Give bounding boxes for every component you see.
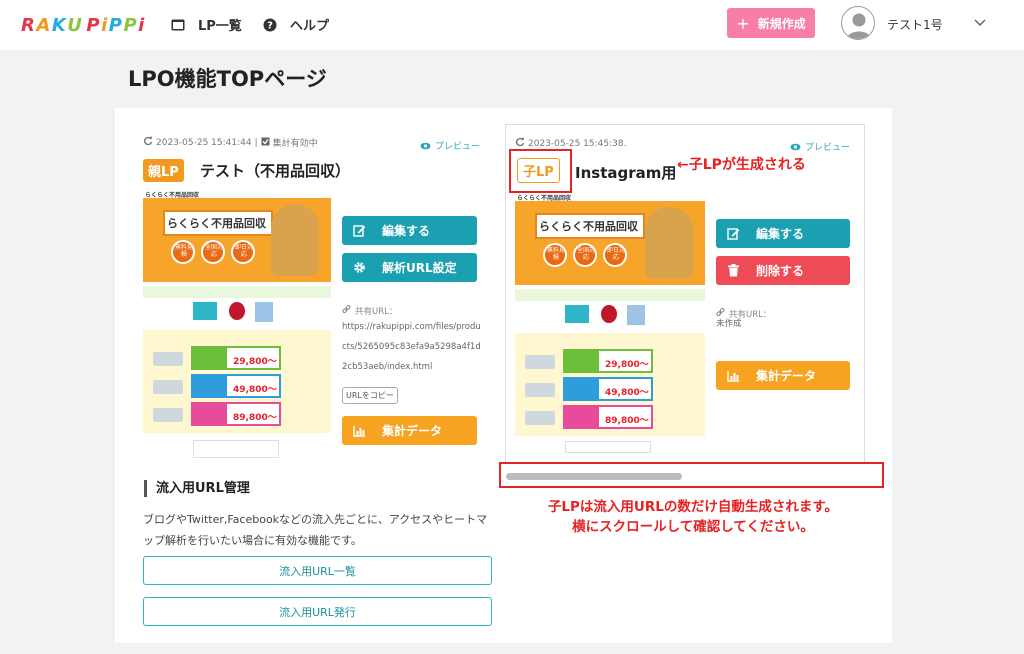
annotation-box-scrollbar: [499, 462, 884, 488]
checkbox-icon: [261, 137, 270, 149]
plus-icon: +: [736, 13, 750, 33]
thumb-circle-label: 全国対応: [204, 244, 223, 258]
child-edit-label: 編集する: [756, 227, 805, 241]
nav-help-label: ヘルプ: [290, 19, 330, 34]
child-delete-button[interactable]: 削除する: [716, 256, 850, 285]
thumb-price: 89,800〜: [605, 416, 649, 426]
parent-stats-button[interactable]: 集計データ: [342, 416, 477, 445]
nav-lp-list[interactable]: LP一覧: [170, 15, 242, 34]
edit-icon: [726, 227, 740, 241]
thumb-price: 49,800〜: [233, 385, 277, 395]
parent-lp-badge: 親LP: [143, 159, 184, 182]
thumb-circle-label: 無料見積: [546, 247, 565, 261]
parent-lp-thumbnail[interactable]: らくらく不用品回収 らくらく不用品回収 無料見積 全国対応 即日対応 29,80…: [143, 190, 331, 462]
eye-icon: [420, 142, 431, 149]
child-stats-button[interactable]: 集計データ: [716, 361, 850, 390]
annotation-scroll-note-line1: 子LPは流入用URLの数だけ自動生成されます。: [547, 499, 839, 515]
svg-text:?: ?: [267, 20, 273, 31]
annotation-box-child-badge: [509, 149, 572, 193]
thumb-hero: らくらく不用品回収 無料見積 全国対応 即日対応: [143, 198, 331, 282]
edit-icon: [352, 224, 366, 238]
user-name[interactable]: テスト1号: [887, 16, 943, 33]
thumb-circle-label: 全国対応: [576, 247, 595, 261]
annotation-scroll-note-line2: 横にスクロールして確認してください。: [572, 519, 814, 535]
gear-icon: [352, 261, 366, 275]
thumb-price: 29,800〜: [233, 357, 277, 367]
inflow-section-description: ブログやTwitter,Facebookなどの流入先ごとに、アクセスやヒートマッ…: [143, 513, 488, 547]
inflow-url-list-button[interactable]: 流入用URL一覧: [143, 556, 492, 585]
thumb-price: 29,800〜: [605, 360, 649, 370]
logo[interactable]: RAKUPiPPi: [20, 8, 145, 42]
thumb-circle-label: 無料見積: [174, 244, 193, 258]
child-preview-label: プレビュー: [805, 143, 851, 153]
parent-edit-label: 編集する: [382, 224, 431, 238]
parent-share-url: https://rakupippi.com/files/products/526…: [342, 322, 481, 372]
parent-stats-label: 集計データ: [382, 424, 443, 438]
new-create-button[interactable]: + 新規作成: [727, 8, 815, 38]
parent-meta-date: 2023-05-25 15:41:44: [156, 137, 252, 148]
parent-meta: 2023-05-25 15:41:44 | 集計有効中: [143, 136, 318, 149]
thumb-circle-label: 即日対応: [234, 244, 253, 258]
avatar[interactable]: [841, 6, 875, 40]
thumb-mascot: [645, 207, 693, 279]
child-edit-button[interactable]: 編集する: [716, 219, 850, 248]
child-lp-thumbnail[interactable]: らくらく不用品回収 らくらく不用品回収 無料見積 全国対応 即日対応 29,80…: [515, 193, 705, 453]
window-icon: [170, 17, 186, 33]
child-delete-label: 削除する: [756, 264, 805, 278]
bar-chart-icon: [352, 424, 366, 438]
annotation-child-generated: ←子LPが生成される: [677, 157, 806, 173]
question-circle-icon: ?: [262, 17, 278, 33]
child-meta-date: 2023-05-25 15:45:38.: [528, 138, 627, 149]
parent-preview-link[interactable]: プレビュー: [420, 139, 480, 152]
nav-lp-list-label: LP一覧: [198, 19, 242, 34]
thumb-headline: らくらく不用品回収: [167, 217, 266, 230]
meta-divider: |: [254, 137, 258, 148]
annotation-scroll-note: 子LPは流入用URLの数だけ自動生成されます。 横にスクロールして確認してくださ…: [520, 497, 866, 537]
refresh-icon: [143, 136, 153, 149]
child-preview-link[interactable]: プレビュー: [790, 140, 850, 153]
parent-share-label: 共有URL：: [342, 304, 398, 317]
parent-share-label-text: 共有URL：: [355, 307, 398, 317]
parent-preview-label: プレビュー: [435, 142, 481, 152]
thumb-price: 89,800〜: [233, 413, 277, 423]
eye-icon: [790, 143, 801, 150]
bar-chart-icon: [726, 369, 740, 383]
parent-edit-button[interactable]: 編集する: [342, 216, 477, 245]
parent-meta-status: 集計有効中: [272, 139, 318, 149]
thumb-circle-label: 即日対応: [606, 247, 625, 261]
thumb-hero: らくらく不用品回収 無料見積 全国対応 即日対応: [515, 201, 705, 285]
thumb-headline: らくらく不用品回収: [539, 220, 638, 233]
thumb-mascot: [271, 204, 319, 276]
analytics-url-label: 解析URL設定: [382, 261, 457, 275]
page-title: LPO機能TOPページ: [128, 67, 327, 91]
top-header: RAKUPiPPi LP一覧 ? ヘルプ + 新規作成 テスト1号: [0, 0, 1024, 50]
child-share-value: 未作成: [716, 319, 742, 329]
inflow-section-title: 流入用URL管理: [144, 480, 250, 497]
nav-help[interactable]: ? ヘルプ: [262, 15, 329, 34]
parent-lp-title: テスト（不用品回収）: [200, 162, 351, 180]
child-stats-label: 集計データ: [756, 369, 817, 383]
child-lp-title: Instagram用: [575, 164, 677, 182]
chevron-down-icon[interactable]: [973, 14, 987, 28]
link-icon: [342, 304, 351, 317]
analytics-url-button[interactable]: 解析URL設定: [342, 253, 477, 282]
new-create-label: 新規作成: [757, 16, 806, 31]
trash-icon: [726, 264, 740, 278]
inflow-url-issue-button[interactable]: 流入用URL発行: [143, 597, 492, 626]
thumb-price: 49,800〜: [605, 388, 649, 398]
copy-url-button[interactable]: URLをコピー: [342, 387, 398, 404]
